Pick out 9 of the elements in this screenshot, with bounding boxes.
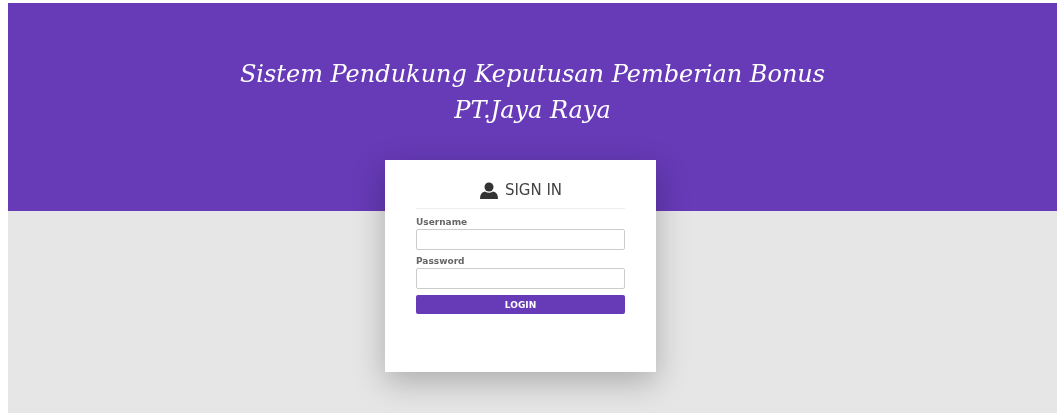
input-field[interactable] [416,229,625,250]
sign-in-heading: SIGN IN [504,181,563,199]
field-label: Username [416,217,469,227]
field-label: Password [416,256,466,266]
page-title: PT.Jaya Raya [454,95,611,125]
input-field[interactable] [416,268,625,289]
user-icon [478,181,499,199]
page-title: Sistem Pendukung Keputusan Pemberian Bonus [239,59,826,89]
login-button[interactable]: LOGIN [416,295,625,314]
